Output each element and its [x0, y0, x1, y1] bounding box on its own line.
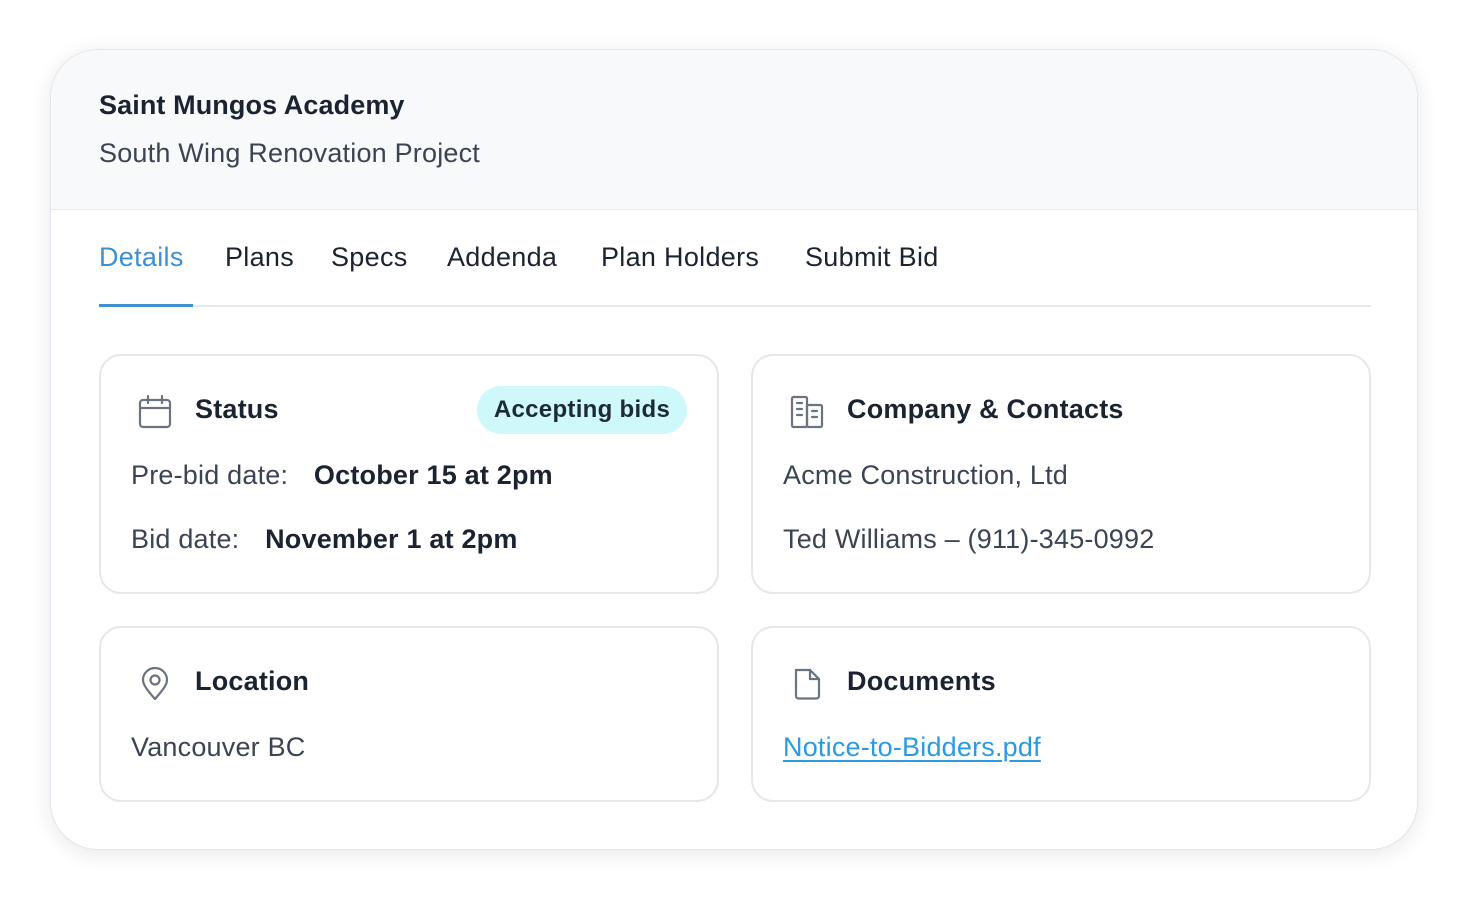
prebid-date-row: Pre-bid date: October 15 at 2pm: [131, 460, 553, 491]
project-card: Saint Mungos Academy South Wing Renovati…: [50, 49, 1418, 850]
documents-panel: Documents Notice-to-Bidders.pdf: [751, 626, 1371, 802]
tab-plan-holders[interactable]: Plan Holders: [601, 242, 759, 305]
bid-date-label: Bid date:: [131, 524, 240, 554]
status-badge: Accepting bids: [477, 386, 687, 434]
location-panel: Location Vancouver BC: [99, 626, 719, 802]
tab-addenda[interactable]: Addenda: [447, 242, 557, 305]
tab-bar: Details Plans Specs Addenda Plan Holders…: [99, 210, 1371, 307]
company-title: Company & Contacts: [847, 394, 1124, 424]
building-icon: [789, 394, 825, 430]
company-name: Acme Construction, Ltd: [783, 460, 1069, 490]
company-contact: Ted Williams – (911)-345-0992: [783, 524, 1155, 554]
map-pin-icon: [137, 666, 173, 702]
status-panel: Status Accepting bids Pre-bid date: Octo…: [99, 354, 719, 594]
location-value: Vancouver BC: [131, 732, 306, 762]
documents-title: Documents: [847, 666, 996, 696]
document-row: Notice-to-Bidders.pdf: [783, 732, 1041, 763]
prebid-date-value: October 15 at 2pm: [313, 460, 553, 490]
bid-date-value: November 1 at 2pm: [265, 524, 518, 554]
status-title: Status: [195, 394, 279, 424]
tab-submit-bid[interactable]: Submit Bid: [805, 242, 939, 305]
project-header: Saint Mungos Academy South Wing Renovati…: [51, 50, 1417, 210]
document-link[interactable]: Notice-to-Bidders.pdf: [783, 732, 1041, 762]
calendar-icon: [137, 394, 173, 430]
company-panel: Company & Contacts Acme Construction, Lt…: [751, 354, 1371, 594]
bid-date-row: Bid date: November 1 at 2pm: [131, 524, 518, 555]
document-icon: [789, 666, 825, 702]
org-name: Saint Mungos Academy: [99, 90, 405, 120]
tab-plans[interactable]: Plans: [225, 242, 294, 305]
tab-specs[interactable]: Specs: [331, 242, 408, 305]
prebid-date-label: Pre-bid date:: [131, 460, 289, 490]
tab-details[interactable]: Details: [99, 242, 184, 305]
location-title: Location: [195, 666, 310, 696]
project-name: South Wing Renovation Project: [99, 138, 481, 168]
active-tab-indicator: [99, 304, 193, 307]
